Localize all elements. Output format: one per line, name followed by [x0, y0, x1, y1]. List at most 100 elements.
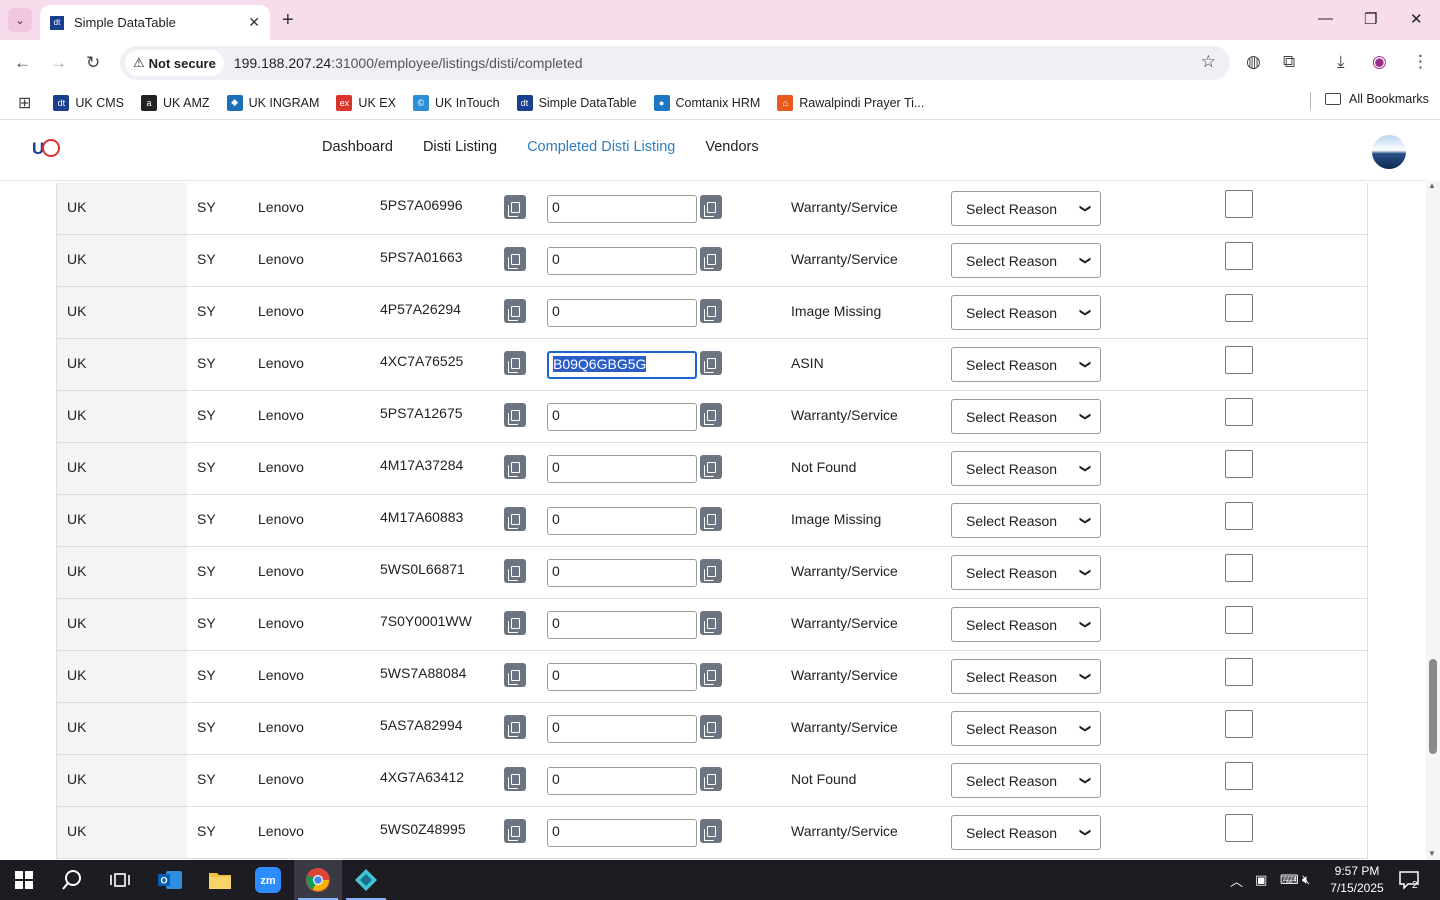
- asin-input[interactable]: B09Q6GBG5G: [547, 351, 697, 379]
- copy-part-button[interactable]: [504, 715, 526, 739]
- scrollbar-thumb[interactable]: [1429, 659, 1437, 754]
- asin-input[interactable]: 0: [547, 663, 697, 691]
- download-icon[interactable]: ⤓: [1337, 52, 1345, 72]
- reason-select[interactable]: Select Reason ❯: [951, 451, 1101, 486]
- copy-part-button[interactable]: [504, 299, 526, 323]
- file-explorer-icon[interactable]: [196, 860, 244, 900]
- user-avatar[interactable]: [1372, 135, 1406, 169]
- scroll-up-arrow-icon[interactable]: ▲: [1428, 181, 1436, 190]
- row-checkbox[interactable]: [1225, 762, 1253, 790]
- tray-meet-icon[interactable]: ▣: [1255, 860, 1267, 900]
- copy-asin-button[interactable]: [700, 611, 722, 635]
- copy-part-button[interactable]: [504, 663, 526, 687]
- asin-input[interactable]: 0: [547, 195, 697, 223]
- back-arrow-icon[interactable]: ←: [14, 53, 31, 73]
- nav-link[interactable]: Completed Disti Listing: [527, 139, 675, 155]
- reason-select[interactable]: Select Reason ❯: [951, 295, 1101, 330]
- row-checkbox[interactable]: [1225, 346, 1253, 374]
- zoom-icon[interactable]: zm: [244, 860, 292, 900]
- browser-tab[interactable]: dt Simple DataTable ✕: [40, 5, 270, 40]
- bookmark-item[interactable]: ◆ UK INGRAM: [226, 94, 319, 111]
- uk-logo[interactable]: U: [32, 138, 60, 164]
- asin-input[interactable]: 0: [547, 767, 697, 795]
- copy-part-button[interactable]: [504, 351, 526, 375]
- translate-globe-icon[interactable]: ◍: [1246, 52, 1261, 72]
- reason-select[interactable]: Select Reason ❯: [951, 607, 1101, 642]
- copy-asin-button[interactable]: [700, 559, 722, 583]
- url-bar[interactable]: ⚠ Not secure 199.188.207.24:31000/employ…: [120, 46, 1230, 80]
- chrome-icon[interactable]: [294, 860, 342, 900]
- asin-input[interactable]: 0: [547, 559, 697, 587]
- reason-select[interactable]: Select Reason ❯: [951, 503, 1101, 538]
- copy-part-button[interactable]: [504, 559, 526, 583]
- not-secure-chip[interactable]: ⚠ Not secure: [125, 50, 224, 76]
- asin-input[interactable]: 0: [547, 819, 697, 847]
- row-checkbox[interactable]: [1225, 502, 1253, 530]
- asin-input[interactable]: 0: [547, 611, 697, 639]
- copy-part-button[interactable]: [504, 819, 526, 843]
- minimize-icon[interactable]: —: [1318, 10, 1333, 27]
- bookmark-item[interactable]: © UK InTouch: [412, 94, 500, 111]
- windows-start-icon[interactable]: [0, 860, 48, 900]
- row-checkbox[interactable]: [1225, 242, 1253, 270]
- reason-select[interactable]: Select Reason ❯: [951, 399, 1101, 434]
- row-checkbox[interactable]: [1225, 190, 1253, 218]
- url-text[interactable]: 199.188.207.24:31000/employee/listings/d…: [234, 55, 583, 71]
- reason-select[interactable]: Select Reason ❯: [951, 347, 1101, 382]
- close-window-icon[interactable]: ✕: [1410, 10, 1423, 28]
- page-scrollbar[interactable]: ▲ ▼: [1426, 181, 1440, 860]
- network-icon[interactable]: ⌨: [1280, 860, 1299, 900]
- tab-search-chevron-icon[interactable]: ⌄: [8, 8, 32, 32]
- scroll-down-arrow-icon[interactable]: ▼: [1428, 849, 1436, 858]
- system-clock[interactable]: 9:57 PM 7/15/2025: [1322, 863, 1392, 897]
- nav-link[interactable]: Dashboard: [322, 139, 393, 155]
- chrome-menu-icon[interactable]: ⋮: [1412, 52, 1429, 72]
- extensions-puzzle-icon[interactable]: ⧉: [1283, 52, 1295, 72]
- bookmark-item[interactable]: a UK AMZ: [141, 94, 210, 111]
- bookmark-item[interactable]: ● Comtanix HRM: [653, 94, 760, 111]
- copy-asin-button[interactable]: [700, 299, 722, 323]
- row-checkbox[interactable]: [1225, 398, 1253, 426]
- reason-select[interactable]: Select Reason ❯: [951, 763, 1101, 798]
- copy-asin-button[interactable]: [700, 767, 722, 791]
- bookmark-item[interactable]: ⌂ Rawalpindi Prayer Ti...: [777, 94, 924, 111]
- reason-select[interactable]: Select Reason ❯: [951, 555, 1101, 590]
- reason-select[interactable]: Select Reason ❯: [951, 191, 1101, 226]
- copy-asin-button[interactable]: [700, 455, 722, 479]
- copy-asin-button[interactable]: [700, 351, 722, 375]
- search-icon[interactable]: [48, 860, 96, 900]
- asin-input[interactable]: 0: [547, 403, 697, 431]
- restore-icon[interactable]: ❐: [1364, 10, 1377, 28]
- vscode-like-app-icon[interactable]: [342, 860, 390, 900]
- bookmark-star-icon[interactable]: ☆: [1201, 52, 1216, 72]
- row-checkbox[interactable]: [1225, 814, 1253, 842]
- copy-part-button[interactable]: [504, 767, 526, 791]
- row-checkbox[interactable]: [1225, 710, 1253, 738]
- copy-part-button[interactable]: [504, 611, 526, 635]
- asin-input[interactable]: 0: [547, 715, 697, 743]
- bookmark-item[interactable]: ex UK EX: [336, 94, 396, 111]
- copy-part-button[interactable]: [504, 507, 526, 531]
- copy-asin-button[interactable]: [700, 403, 722, 427]
- task-view-icon[interactable]: [96, 860, 144, 900]
- copy-asin-button[interactable]: [700, 663, 722, 687]
- asin-input[interactable]: 0: [547, 507, 697, 535]
- all-bookmarks-button[interactable]: All Bookmarks: [1325, 92, 1429, 106]
- row-checkbox[interactable]: [1225, 606, 1253, 634]
- tray-chevron-up-icon[interactable]: ︿: [1230, 860, 1243, 900]
- reason-select[interactable]: Select Reason ❯: [951, 659, 1101, 694]
- row-checkbox[interactable]: [1225, 294, 1253, 322]
- outlook-icon[interactable]: O: [146, 860, 194, 900]
- bookmark-item[interactable]: dt Simple DataTable: [516, 94, 637, 111]
- reason-select[interactable]: Select Reason ❯: [951, 711, 1101, 746]
- reason-select[interactable]: Select Reason ❯: [951, 243, 1101, 278]
- row-checkbox[interactable]: [1225, 554, 1253, 582]
- volume-muted-icon[interactable]: 🔇︎: [1302, 860, 1310, 900]
- profile-icon[interactable]: ◉: [1372, 52, 1387, 72]
- copy-asin-button[interactable]: [700, 715, 722, 739]
- copy-asin-button[interactable]: [700, 507, 722, 531]
- row-checkbox[interactable]: [1225, 450, 1253, 478]
- reason-select[interactable]: Select Reason ❯: [951, 815, 1101, 850]
- copy-asin-button[interactable]: [700, 195, 722, 219]
- row-checkbox[interactable]: [1225, 658, 1253, 686]
